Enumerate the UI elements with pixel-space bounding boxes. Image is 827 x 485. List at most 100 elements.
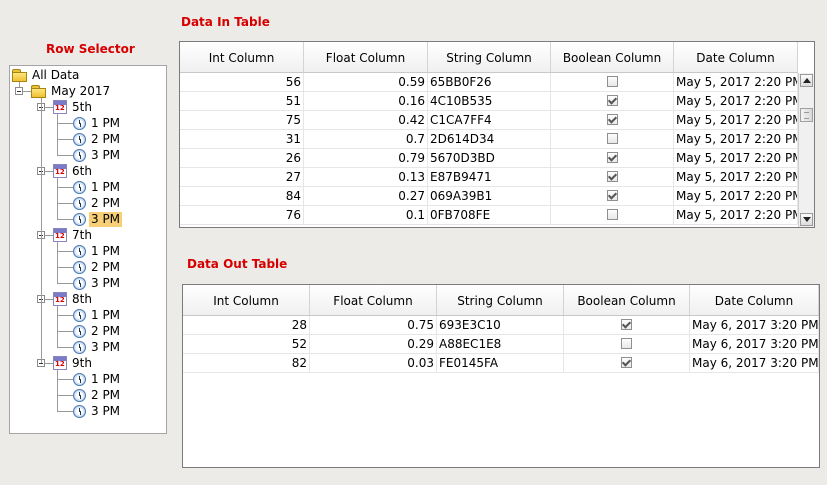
tree-item-time-8th-3[interactable]: 3 PM xyxy=(73,339,122,355)
string-cell: FE0145FA xyxy=(437,354,564,372)
table-row[interactable]: 31 0.7 2D614D34 May 5, 2017 2:20 PM xyxy=(180,130,798,149)
tree-connector-line xyxy=(57,306,58,347)
row-selector-title: Row Selector xyxy=(46,42,135,56)
data-out-table[interactable]: Int Column Float Column String Column Boole… xyxy=(182,284,820,468)
column-header[interactable]: Boolean Column xyxy=(564,285,690,315)
string-cell: E87B9471 xyxy=(428,168,551,186)
string-cell: 2D614D34 xyxy=(428,130,551,148)
tree-item-time-7th-3[interactable]: 3 PM xyxy=(73,275,122,291)
tree-connector-line xyxy=(45,363,53,364)
tree-item-day-5th[interactable]: 5th xyxy=(53,99,94,115)
data-in-table[interactable]: Int Column Float Column String Column Boole… xyxy=(179,41,815,228)
data-out-title: Data Out Table xyxy=(187,257,288,271)
tree-connector-line xyxy=(57,370,58,411)
clock-icon xyxy=(73,132,86,146)
tree-item-time-9th-1[interactable]: 1 PM xyxy=(73,371,122,387)
tree-connector-line xyxy=(57,155,73,156)
bool-cell[interactable] xyxy=(551,111,674,129)
table-row[interactable]: 56 0.59 65BB0F26 May 5, 2017 2:20 PM xyxy=(180,73,798,92)
checked-checkbox-icon[interactable] xyxy=(621,357,632,368)
tree-item-time-9th-2[interactable]: 2 PM xyxy=(73,387,122,403)
unchecked-checkbox-icon[interactable] xyxy=(606,76,618,87)
unchecked-checkbox-icon[interactable] xyxy=(621,338,632,349)
tree-item-day-8th[interactable]: 8th xyxy=(53,291,94,307)
scroll-down-button[interactable] xyxy=(800,213,813,226)
checked-checkbox-icon[interactable] xyxy=(606,171,618,182)
bool-cell[interactable] xyxy=(551,168,674,186)
bool-cell[interactable] xyxy=(551,130,674,148)
tree-item-time-7th-1[interactable]: 1 PM xyxy=(73,243,122,259)
checked-checkbox-icon[interactable] xyxy=(606,190,618,201)
tree-connector-line xyxy=(57,178,58,219)
tree-item-all-data-label: All Data xyxy=(32,67,80,82)
tree-item-time-7th-2[interactable]: 2 PM xyxy=(73,259,122,275)
column-header[interactable]: Date Column xyxy=(690,285,819,315)
tree-item-time-6th-2[interactable]: 2 PM xyxy=(73,195,122,211)
tree-item-day-9th[interactable]: 9th xyxy=(53,355,94,371)
bool-cell[interactable] xyxy=(551,187,674,205)
column-header[interactable]: Date Column xyxy=(674,42,798,72)
tree-item-time-5th-3-label: 3 PM xyxy=(91,147,121,162)
clock-icon xyxy=(73,404,86,418)
tree-connector-line xyxy=(45,235,53,236)
tree-item-time-8th-3-label: 3 PM xyxy=(91,339,121,354)
column-header[interactable]: Int Column xyxy=(180,42,304,72)
tree-item-time-5th-3[interactable]: 3 PM xyxy=(73,147,122,163)
column-header[interactable]: Float Column xyxy=(304,42,428,72)
unchecked-checkbox-icon[interactable] xyxy=(606,133,618,144)
checked-checkbox-icon[interactable] xyxy=(606,95,618,106)
scroll-thumb[interactable] xyxy=(800,108,813,122)
tree-item-time-9th-3[interactable]: 3 PM xyxy=(73,403,122,419)
tree-item-time-6th-1-label: 1 PM xyxy=(91,179,121,194)
tree-connector-line xyxy=(57,267,73,268)
bool-cell[interactable] xyxy=(564,316,690,334)
tree-item-time-5th-2[interactable]: 2 PM xyxy=(73,131,122,147)
tree-item-time-8th-1[interactable]: 1 PM xyxy=(73,307,122,323)
data-in-scrollbar[interactable] xyxy=(798,73,814,227)
tree-connector-line xyxy=(57,315,73,316)
int-cell: 31 xyxy=(180,130,304,148)
unchecked-checkbox-icon[interactable] xyxy=(606,209,618,220)
calendar-icon xyxy=(53,228,67,242)
tree-item-day-7th[interactable]: 7th xyxy=(53,227,94,243)
table-row[interactable]: 28 0.75 693E3C10 May 6, 2017 3:20 PM xyxy=(183,316,819,335)
column-header[interactable]: Int Column xyxy=(183,285,310,315)
tree-item-all-data[interactable]: All Data xyxy=(12,67,81,83)
tree-item-time-6th-3[interactable]: 3 PM xyxy=(73,211,123,227)
table-row[interactable]: 76 0.1 0FB708FE May 5, 2017 2:20 PM xyxy=(180,206,798,225)
tree-item-day-6th[interactable]: 6th xyxy=(53,163,94,179)
bool-cell[interactable] xyxy=(551,92,674,110)
clock-icon xyxy=(73,196,86,210)
checked-checkbox-icon[interactable] xyxy=(621,319,632,330)
bool-cell[interactable] xyxy=(564,335,690,353)
checked-checkbox-icon[interactable] xyxy=(606,152,618,163)
tree-item-time-6th-1[interactable]: 1 PM xyxy=(73,179,122,195)
table-row[interactable]: 82 0.03 FE0145FA May 6, 2017 3:20 PM xyxy=(183,354,819,373)
column-header[interactable]: String Column xyxy=(428,42,551,72)
calendar-icon xyxy=(53,100,67,114)
table-row[interactable]: 75 0.42 C1CA7FF4 May 5, 2017 2:20 PM xyxy=(180,111,798,130)
tree-item-month[interactable]: May 2017 xyxy=(31,83,112,99)
column-header[interactable]: Float Column xyxy=(310,285,437,315)
column-header[interactable]: String Column xyxy=(437,285,564,315)
tree-item-time-8th-2[interactable]: 2 PM xyxy=(73,323,122,339)
column-header[interactable]: Boolean Column xyxy=(551,42,674,72)
bool-cell[interactable] xyxy=(551,206,674,224)
clock-icon xyxy=(73,116,86,130)
tree-item-time-5th-1[interactable]: 1 PM xyxy=(73,115,122,131)
row-selector-tree[interactable]: All DataMay 20175th1 PM2 PM3 PM6th1 PM2 … xyxy=(9,65,167,434)
table-row[interactable]: 51 0.16 4C10B535 May 5, 2017 2:20 PM xyxy=(180,92,798,111)
tree-item-time-6th-2-label: 2 PM xyxy=(91,195,121,210)
table-row[interactable]: 84 0.27 069A39B1 May 5, 2017 2:20 PM xyxy=(180,187,798,206)
bool-cell[interactable] xyxy=(551,149,674,167)
scroll-up-button[interactable] xyxy=(800,74,813,87)
clock-icon xyxy=(73,148,86,162)
checked-checkbox-icon[interactable] xyxy=(606,114,618,125)
table-row[interactable]: 27 0.13 E87B9471 May 5, 2017 2:20 PM xyxy=(180,168,798,187)
expand-toggle-icon[interactable] xyxy=(15,87,23,95)
bool-cell[interactable] xyxy=(564,354,690,372)
float-cell: 0.7 xyxy=(304,130,428,148)
bool-cell[interactable] xyxy=(551,73,674,91)
table-row[interactable]: 52 0.29 A88EC1E8 May 6, 2017 3:20 PM xyxy=(183,335,819,354)
table-row[interactable]: 26 0.79 5670D3BD May 5, 2017 2:20 PM xyxy=(180,149,798,168)
